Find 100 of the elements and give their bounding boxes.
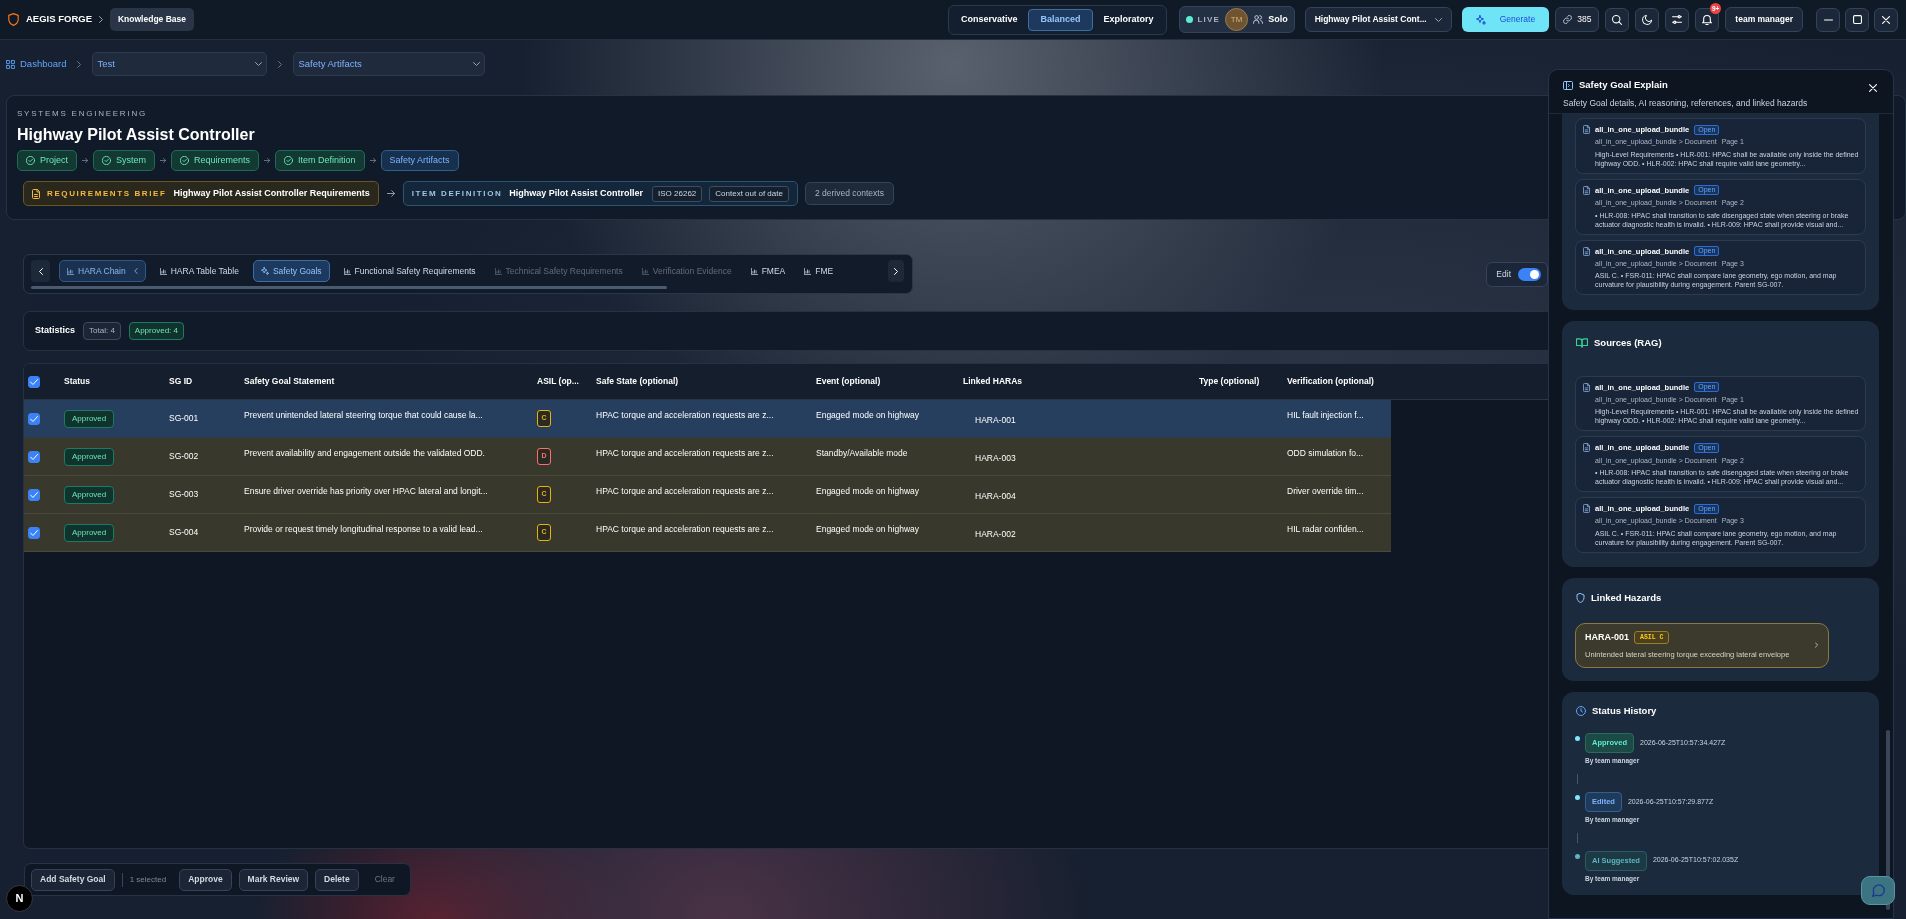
reference-card[interactable]: [1575, 436, 1866, 492]
arrow-right-icon: [160, 158, 167, 163]
panel-title: Safety Goal Explain: [1579, 78, 1668, 92]
sliders-icon: [1672, 15, 1683, 24]
close-icon: [1869, 84, 1877, 92]
avatar: TM: [1225, 8, 1249, 31]
column-header[interactable]: Linked HARAs: [963, 375, 1023, 388]
row-checkbox[interactable]: [28, 488, 40, 501]
dev-indicator-badge[interactable]: N: [6, 885, 33, 912]
context-tag: ISO 26262: [652, 185, 703, 202]
column-header[interactable]: Event (optional): [816, 375, 881, 388]
table-cell: HIL radar confiden...: [1287, 523, 1364, 536]
chevron-right-icon: [278, 60, 283, 68]
tab[interactable]: Safety Goals: [252, 260, 330, 282]
chevron-down-icon: [1434, 17, 1442, 22]
document-icon: [1583, 185, 1590, 195]
users-icon: [1253, 15, 1264, 24]
reference-card[interactable]: [1575, 375, 1866, 432]
statistics-label: Statistics: [35, 324, 76, 338]
table-cell: SG-002: [169, 450, 199, 463]
tab[interactable]: HARA Table Table: [154, 260, 244, 282]
bar-chart-icon: [494, 267, 502, 275]
table-cell: Engaged mode on highway: [816, 485, 920, 498]
shield-logo-icon: [8, 13, 19, 26]
bar-chart-icon: [67, 267, 74, 275]
mode-option[interactable]: Conservative: [951, 8, 1027, 31]
column-header[interactable]: Safety Goal Statement: [244, 375, 335, 388]
mode-option[interactable]: Exploratory: [1094, 8, 1163, 31]
reference-card[interactable]: [1575, 239, 1866, 296]
bulk-action-button[interactable]: Delete: [315, 868, 359, 891]
add-safety-goal-button[interactable]: Add Safety Goal: [31, 868, 115, 891]
breadcrumb-select[interactable]: Safety Artifacts: [293, 52, 486, 76]
bar-chart-icon: [750, 267, 758, 275]
card-title: Linked Hazards: [1591, 590, 1662, 605]
reference-card[interactable]: [1575, 497, 1866, 553]
live-dot-icon: [1185, 16, 1193, 23]
item-definition-chip[interactable]: ITEM DEFINITION Highway Pilot Assist Controller ISO 26262 Context out of date: [402, 181, 798, 206]
document-icon: [1583, 382, 1590, 392]
column-header[interactable]: Type (optional): [1199, 375, 1260, 388]
tabs-scrollbar[interactable]: [31, 286, 667, 289]
column-header[interactable]: Safe State (optional): [596, 375, 679, 388]
arrow-right-icon: [82, 158, 88, 163]
bulk-action-button[interactable]: Mark Review: [238, 868, 309, 891]
card-title: Sources (RAG): [1594, 336, 1662, 351]
settings-button[interactable]: [1665, 7, 1690, 32]
knowledge-base-button[interactable]: Knowledge Base: [110, 8, 194, 31]
pipeline-step[interactable]: System: [93, 150, 156, 171]
panel-subtitle: Safety Goal details, AI reasoning, references, and linked hazards: [1563, 97, 1808, 110]
theme-button[interactable]: [1635, 7, 1660, 32]
tab[interactable]: HARA Chain: [59, 260, 146, 282]
arrow-right-icon: [386, 190, 395, 197]
timeline-dot-icon: [1575, 736, 1580, 741]
bulk-action-button[interactable]: Clear: [365, 868, 404, 891]
chat-button[interactable]: [1861, 876, 1895, 905]
row-checkbox[interactable]: [28, 412, 40, 425]
table-cell: HARA-003: [975, 452, 1016, 465]
minimize-icon: [1823, 18, 1833, 21]
check-icon: [30, 529, 38, 536]
pipeline-step[interactable]: Project: [17, 150, 77, 171]
tab[interactable]: FMEA: [745, 260, 791, 282]
reference-card[interactable]: [1575, 118, 1866, 174]
table-cell: Provide or request timely longitudinal response to a valid lead...: [244, 523, 483, 536]
edit-switch[interactable]: [1518, 268, 1541, 281]
close-panel-button[interactable]: [1867, 82, 1879, 94]
column-header[interactable]: SG ID: [169, 375, 193, 388]
row-checkbox[interactable]: [28, 450, 40, 463]
project-select[interactable]: Highway Pilot Assist Cont...: [1304, 7, 1452, 32]
column-header[interactable]: ASIL (op...: [537, 375, 579, 388]
bulk-action-button[interactable]: Approve: [179, 868, 232, 891]
chip-label: REQUIREMENTS BRIEF: [47, 187, 167, 200]
check-icon: [30, 491, 38, 498]
table-cell: HPAC torque and acceleration requests are z...: [596, 523, 774, 536]
generate-button[interactable]: Generate: [1461, 7, 1550, 32]
dashboard-link[interactable]: Dashboard: [6, 56, 67, 72]
close-button[interactable]: [1874, 7, 1898, 32]
mode-option[interactable]: Balanced: [1028, 8, 1093, 31]
requirements-brief-chip[interactable]: REQUIREMENTS BRIEF Highway Pilot Assist Controller Requirements: [23, 181, 379, 206]
user-menu-button[interactable]: team manager: [1725, 7, 1803, 32]
minimize-button[interactable]: [1816, 7, 1840, 32]
column-header[interactable]: Verification (optional): [1287, 375, 1374, 388]
reference-card[interactable]: [1575, 178, 1866, 235]
row-checkbox[interactable]: [28, 526, 40, 539]
pipeline-step[interactable]: Item Definition: [275, 150, 365, 171]
sparkle-icon: [260, 267, 269, 275]
pipeline-step[interactable]: Safety Artifacts: [380, 150, 459, 171]
selection-count: 1 selected: [129, 873, 167, 886]
table-cell: HPAC torque and acceleration requests are z...: [596, 447, 774, 460]
tab[interactable]: FME: [799, 260, 839, 282]
arrow-right-icon: [264, 158, 271, 163]
pipeline-step[interactable]: Requirements: [171, 150, 260, 171]
select-all-checkbox[interactable]: [28, 375, 40, 388]
credits-button[interactable]: 385: [1555, 7, 1600, 32]
bar-chart-icon: [804, 267, 812, 275]
document-icon: [1583, 504, 1590, 514]
breadcrumb-select[interactable]: Test: [92, 52, 268, 76]
column-header[interactable]: Status: [64, 375, 90, 388]
tab[interactable]: Functional Safety Requirements: [338, 260, 481, 282]
maximize-button[interactable]: [1845, 7, 1869, 32]
search-button[interactable]: [1605, 7, 1630, 32]
bar-chart-icon: [159, 267, 167, 275]
